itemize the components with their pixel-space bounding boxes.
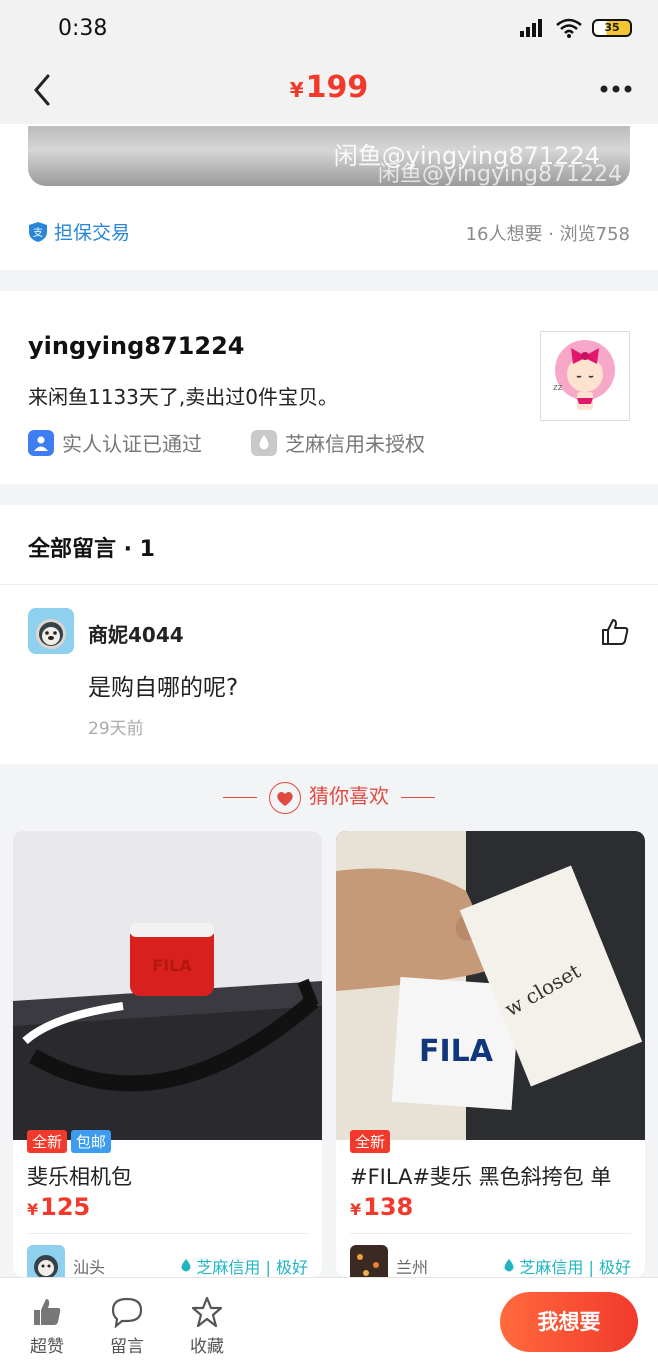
product-price: ¥125 — [27, 1193, 91, 1221]
person-verified-icon — [28, 429, 54, 456]
commenter-name[interactable]: 商妮4044 — [88, 619, 184, 648]
tag-new: 全新 — [350, 1130, 391, 1153]
like-button[interactable]: 超赞 — [17, 1294, 77, 1357]
product-card[interactable]: FILA w closet 全新 #FILA#斐乐 黑色斜挎包 单 ¥138 兰… — [336, 831, 645, 1277]
item-stats: 16人想要 · 浏览758 — [465, 224, 630, 245]
sesame-credit-badge: 芝麻信用 | 极好 — [502, 1254, 631, 1277]
svg-text:支: 支 — [33, 227, 43, 239]
nav-price: ¥199 — [289, 70, 369, 105]
comment-button[interactable]: 留言 — [97, 1294, 157, 1357]
product-brand-text: FILA — [152, 956, 192, 975]
heart-icon — [269, 781, 301, 814]
comment-time: 29天前 — [88, 719, 144, 739]
seller-username[interactable]: yingying871224 — [28, 332, 244, 360]
image-watermark-secondary: 闲鱼@yingying871224 — [377, 162, 622, 186]
tag-free-shipping: 包邮 — [71, 1130, 112, 1153]
cartoon-girl-avatar-image: zz — [541, 332, 629, 420]
product-tags: 全新 — [350, 1130, 391, 1153]
product-divider — [27, 1233, 308, 1234]
status-icons: 35 — [520, 18, 632, 38]
recommend-title: 猜你喜欢 — [309, 784, 389, 808]
product-price: ¥138 — [350, 1193, 414, 1221]
favorite-label: 收藏 — [190, 1337, 224, 1357]
shield-icon: 支 — [29, 221, 47, 242]
thumbs-up-icon[interactable] — [600, 617, 630, 647]
product-brand-text: FILA — [419, 1034, 494, 1069]
seller-city: 兰州 — [396, 1258, 429, 1277]
want-button[interactable]: 我想要 — [500, 1292, 638, 1352]
sesame-drop-icon — [504, 1259, 514, 1272]
guarantee-trade-link[interactable]: 支 担保交易 — [28, 218, 130, 245]
sesame-drop-icon — [181, 1259, 191, 1272]
battery-icon: 35 — [592, 19, 632, 37]
comment-label: 留言 — [110, 1337, 144, 1357]
seller-description: 来闲鱼1133天了,卖出过0件宝贝。 — [28, 385, 338, 409]
product-photo: FILA w closet — [336, 831, 645, 1140]
commenter-avatar[interactable] — [28, 608, 74, 654]
product-divider — [350, 1233, 631, 1234]
comments-title: 全部留言 · 1 — [28, 537, 155, 562]
chat-bubble-icon — [111, 1297, 143, 1328]
seller-city: 汕头 — [73, 1258, 106, 1277]
signal-icon — [520, 19, 542, 37]
svg-text:zz: zz — [553, 383, 563, 393]
wifi-icon — [556, 18, 582, 38]
guarantee-label: 担保交易 — [54, 222, 131, 244]
sesame-credit-badge: 芝麻信用 | 极好 — [179, 1254, 308, 1277]
favorite-button[interactable]: 收藏 — [177, 1294, 237, 1357]
more-options-icon[interactable] — [596, 74, 636, 104]
item-image[interactable]: 闲鱼@yingying871224 闲鱼@yingying871224 — [28, 126, 630, 186]
recommend-header: 猜你喜欢 — [0, 780, 658, 814]
seal-avatar-image — [28, 608, 74, 654]
recommend-line-left — [223, 797, 257, 798]
sesame-credit-status: 芝麻信用未授权 — [251, 428, 425, 457]
seller-mini-avatar — [27, 1245, 65, 1277]
product-card[interactable]: FILA 全新 包邮 斐乐相机包 ¥125 汕头 芝麻信用 | 极好 — [13, 831, 322, 1277]
seller-avatar[interactable]: zz — [540, 331, 630, 421]
nav-bar: ¥199 — [0, 58, 658, 124]
status-bar: 0:38 35 — [0, 0, 658, 58]
seller-mini-avatar — [350, 1245, 388, 1277]
status-time: 0:38 — [58, 16, 108, 41]
like-label: 超赞 — [30, 1337, 64, 1357]
thumbs-up-filled-icon — [34, 1299, 61, 1325]
comments-divider — [0, 584, 658, 585]
product-photo: FILA — [13, 831, 322, 1140]
product-title: #FILA#斐乐 黑色斜挎包 单 — [350, 1165, 612, 1189]
comment-text: 是购自哪的呢? — [88, 675, 239, 701]
recommend-line-right — [401, 797, 435, 798]
product-title: 斐乐相机包 — [27, 1165, 132, 1189]
sesame-credit-icon — [251, 429, 277, 456]
real-name-verified: 实人认证已通过 — [28, 428, 202, 457]
product-tags: 全新 包邮 — [27, 1130, 112, 1153]
tag-new: 全新 — [27, 1130, 68, 1153]
star-icon — [191, 1296, 223, 1328]
bottom-action-bar: 超赞 留言 收藏 我想要 — [0, 1277, 658, 1367]
